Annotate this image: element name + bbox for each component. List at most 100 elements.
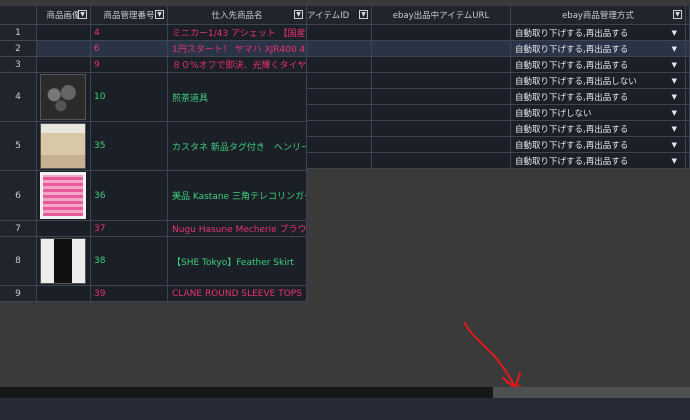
extra-cell xyxy=(686,121,690,137)
row-number: 9 xyxy=(0,286,37,302)
chevron-down-icon[interactable]: ▼ xyxy=(672,141,677,149)
mgmt-number-cell[interactable]: 35 xyxy=(91,122,168,171)
method-select-value: 自動取り下げする,再出品する xyxy=(515,44,629,55)
row-number: 5 xyxy=(0,122,37,171)
mgmt-number-cell[interactable]: 37 xyxy=(91,221,168,237)
chevron-down-icon[interactable]: ▼ xyxy=(359,10,368,19)
extra-cell xyxy=(686,41,690,57)
mgmt-number-cell[interactable]: 4 xyxy=(91,25,168,41)
column-header-mgmt-no[interactable]: 商品管理番号 ▼ xyxy=(91,6,168,25)
column-header-ebay-url-label: ebay出品中アイテムURL xyxy=(392,11,490,21)
extra-cell xyxy=(686,105,690,121)
method-select-value: 自動取り下げする,再出品しない xyxy=(515,76,637,87)
chevron-down-icon[interactable]: ▼ xyxy=(672,157,677,165)
method-select[interactable]: 自動取り下げしない ▼ xyxy=(511,105,686,121)
image-cell[interactable] xyxy=(37,73,91,122)
column-header-method[interactable]: ebay商品管理方式 ▼ xyxy=(511,6,686,25)
extra-cell xyxy=(686,89,690,105)
chevron-down-icon[interactable]: ▼ xyxy=(673,10,682,19)
product-name-cell[interactable]: カスタネ 新品タグ付き ヘンリーネ xyxy=(168,122,307,171)
ebay-url-cell[interactable] xyxy=(372,105,511,121)
method-select[interactable]: 自動取り下げする,再出品する ▼ xyxy=(511,41,686,57)
method-select-value: 自動取り下げする,再出品する xyxy=(515,92,629,103)
method-select[interactable]: 自動取り下げする,再出品する ▼ xyxy=(511,25,686,41)
item-id-cell[interactable] xyxy=(307,105,372,121)
column-header-name-label: 仕入先商品名 xyxy=(211,11,263,21)
image-cell[interactable] xyxy=(37,171,91,221)
mgmt-number-cell[interactable]: 39 xyxy=(91,286,168,302)
product-name-cell[interactable]: 【SHE Tokyo】Feather Skirt xyxy=(168,237,307,286)
method-select[interactable]: 自動取り下げする,再出品する ▼ xyxy=(511,121,686,137)
mgmt-number-cell[interactable]: 36 xyxy=(91,171,168,221)
image-cell[interactable] xyxy=(37,286,91,302)
ebay-url-cell[interactable] xyxy=(372,41,511,57)
image-cell[interactable] xyxy=(37,237,91,286)
ebay-url-cell[interactable] xyxy=(372,121,511,137)
row-number: 8 xyxy=(0,237,37,286)
chevron-down-icon[interactable]: ▼ xyxy=(672,45,677,53)
item-id-cell[interactable] xyxy=(307,25,372,41)
product-name-cell[interactable]: CLANE ROUND SLEEVE TOPS xyxy=(168,286,307,302)
item-id-cell[interactable] xyxy=(307,73,372,89)
image-cell[interactable] xyxy=(37,41,91,57)
method-select-value: 自動取り下げする,再出品する xyxy=(515,28,629,39)
column-header-image[interactable]: 商品画像 ▼ xyxy=(37,6,91,25)
product-name-cell[interactable]: 煎茶道具 xyxy=(168,73,307,122)
product-name-cell[interactable]: 1円スタート！ ヤマハ XJR400 4HN xyxy=(168,41,307,57)
chevron-down-icon[interactable]: ▼ xyxy=(672,93,677,101)
item-id-cell[interactable] xyxy=(307,41,372,57)
chevron-down-icon[interactable]: ▼ xyxy=(672,77,677,85)
extra-cell xyxy=(686,153,690,169)
method-select[interactable]: 自動取り下げする,再出品する ▼ xyxy=(511,153,686,169)
method-select[interactable]: 自動取り下げする,再出品する ▼ xyxy=(511,89,686,105)
item-id-cell[interactable] xyxy=(307,57,372,73)
column-header-item-id-label: アイテムID xyxy=(307,11,350,21)
chevron-down-icon[interactable]: ▼ xyxy=(294,10,303,19)
mgmt-number-cell[interactable]: 9 xyxy=(91,57,168,73)
ebay-url-cell[interactable] xyxy=(372,89,511,105)
method-select-value: 自動取り下げする,再出品する xyxy=(515,140,629,151)
image-cell[interactable] xyxy=(37,25,91,41)
footer-bar xyxy=(0,398,690,420)
image-cell[interactable] xyxy=(37,122,91,171)
row-number: 3 xyxy=(0,57,37,73)
pink-striped-top-photo xyxy=(40,172,86,219)
chevron-down-icon[interactable]: ▼ xyxy=(78,10,87,19)
mgmt-number-cell[interactable]: 38 xyxy=(91,237,168,286)
item-id-cell[interactable] xyxy=(307,121,372,137)
method-select-value: 自動取り下げする,再出品する xyxy=(515,156,629,167)
chevron-down-icon[interactable]: ▼ xyxy=(672,125,677,133)
ebay-url-cell[interactable] xyxy=(372,57,511,73)
item-id-cell[interactable] xyxy=(307,153,372,169)
product-name-cell[interactable]: 美品 Kastane 三角テレコリンガー xyxy=(168,171,307,221)
image-cell[interactable] xyxy=(37,57,91,73)
product-name-cell[interactable]: ミニカー1/43 アシェット 【国産名 xyxy=(168,25,307,41)
mgmt-number-cell[interactable]: 10 xyxy=(91,73,168,122)
chevron-down-icon[interactable]: ▼ xyxy=(672,29,677,37)
chevron-down-icon[interactable]: ▼ xyxy=(155,10,164,19)
image-cell[interactable] xyxy=(37,221,91,237)
ebay-url-cell[interactable] xyxy=(372,153,511,169)
method-select[interactable]: 自動取り下げする,再出品しない ▼ xyxy=(511,73,686,89)
column-header-mgmt-no-label: 商品管理番号 xyxy=(103,11,155,21)
method-select[interactable]: 自動取り下げする,再出品する ▼ xyxy=(511,137,686,153)
column-header-ebay-url[interactable]: ebay出品中アイテムURL xyxy=(372,6,511,25)
black-skirt-photo xyxy=(40,238,86,284)
column-header-item-id[interactable]: アイテムID ▼ xyxy=(307,6,372,25)
column-header-name[interactable]: 仕入先商品名 ▼ xyxy=(168,6,307,25)
method-select-value: 自動取り下げする,再出品する xyxy=(515,124,629,135)
ebay-url-cell[interactable] xyxy=(372,73,511,89)
method-select[interactable]: 自動取り下げする,再出品する ▼ xyxy=(511,57,686,73)
row-number-header xyxy=(0,6,37,25)
product-name-cell[interactable]: ８０%オフで即決、光輝くタイヤホ xyxy=(168,57,307,73)
chevron-down-icon[interactable]: ▼ xyxy=(672,61,677,69)
product-name-cell[interactable]: Nugu Hasune Mecherie ブラウス xyxy=(168,221,307,237)
item-id-cell[interactable] xyxy=(307,137,372,153)
item-id-cell[interactable] xyxy=(307,89,372,105)
ebay-url-cell[interactable] xyxy=(372,137,511,153)
chevron-down-icon[interactable]: ▼ xyxy=(672,109,677,117)
row-number: 6 xyxy=(0,171,37,221)
mgmt-number-cell[interactable]: 6 xyxy=(91,41,168,57)
horizontal-scrollbar-thumb[interactable] xyxy=(493,387,690,398)
ebay-url-cell[interactable] xyxy=(372,25,511,41)
